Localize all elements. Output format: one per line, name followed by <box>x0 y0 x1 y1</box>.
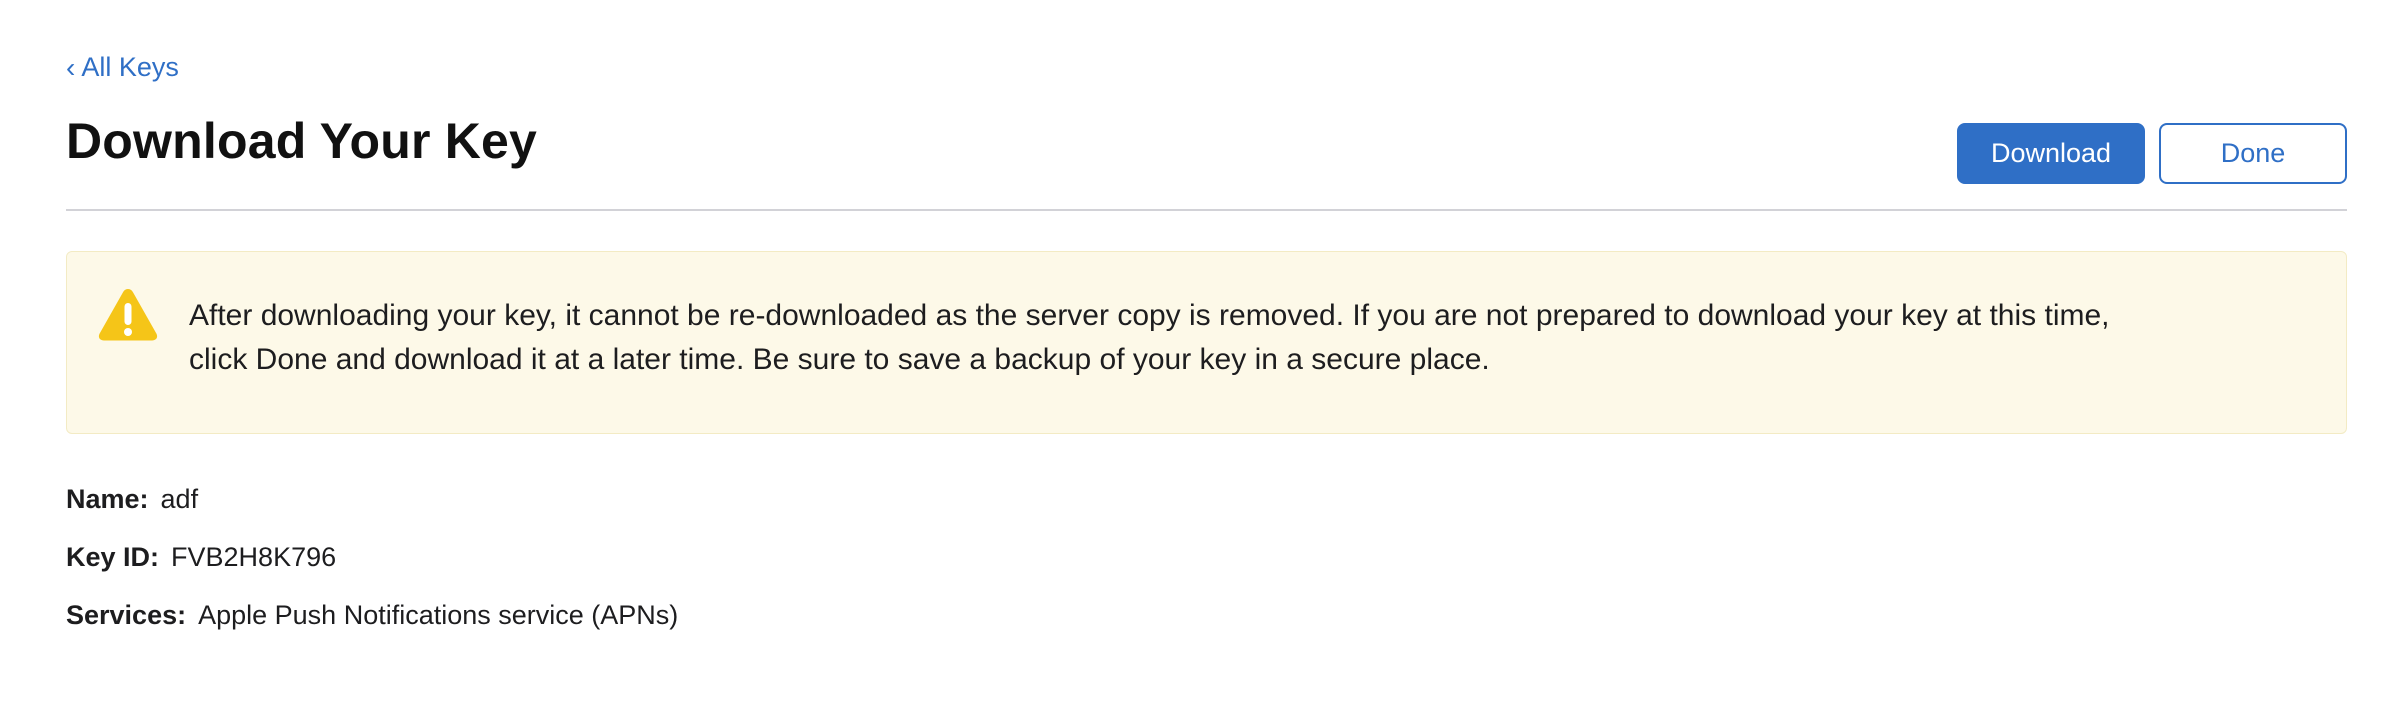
page-title: Download Your Key <box>66 113 538 169</box>
warning-alert: After downloading your key, it cannot be… <box>66 251 2347 434</box>
detail-row-name: Name: adf <box>66 484 678 542</box>
key-id-label: Key ID: <box>66 542 160 572</box>
alert-message: After downloading your key, it cannot be… <box>189 299 2110 376</box>
done-button[interactable]: Done <box>2159 123 2347 184</box>
name-value: adf <box>160 484 199 514</box>
key-id-value: FVB2H8K796 <box>171 542 337 572</box>
name-label: Name: <box>66 484 149 514</box>
warning-triangle-icon <box>98 289 158 341</box>
download-button[interactable]: Download <box>1957 123 2145 184</box>
services-label: Services: <box>66 600 187 630</box>
chevron-left-icon: ‹ <box>66 51 76 83</box>
key-details: Name: adf Key ID: FVB2H8K796 Services: A… <box>66 484 678 658</box>
all-keys-back-link[interactable]: ‹ All Keys <box>66 52 179 83</box>
detail-row-key-id: Key ID: FVB2H8K796 <box>66 542 678 600</box>
detail-row-services: Services: Apple Push Notifications servi… <box>66 600 678 658</box>
page: ‹ All Keys Download Your Key Download Do… <box>0 0 2408 722</box>
header-divider <box>66 209 2347 211</box>
back-link-label: All Keys <box>81 52 179 82</box>
services-value: Apple Push Notifications service (APNs) <box>198 600 679 630</box>
